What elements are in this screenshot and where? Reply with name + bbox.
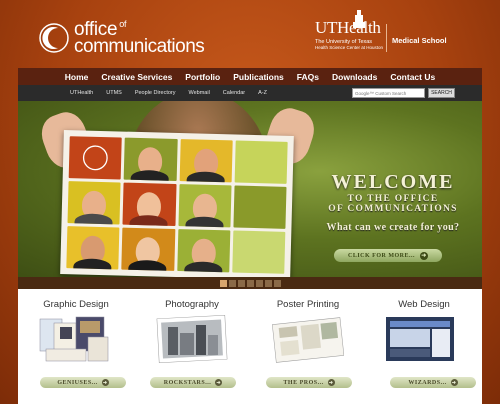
photo-cell — [123, 137, 178, 181]
arrow-right-icon: ➜ — [101, 379, 109, 386]
search-button[interactable]: SEARCH — [428, 88, 455, 98]
web-design-thumbnail — [386, 317, 454, 361]
photo-cell — [66, 226, 120, 270]
crescent-logo-icon — [38, 22, 70, 54]
rockstars-button[interactable]: ROCKSTARS... ➜ — [150, 377, 236, 388]
photo-cell — [122, 182, 177, 226]
subnav-utms[interactable]: UTMS — [106, 90, 122, 96]
poster-printing-thumbnail — [272, 317, 344, 363]
service-title: Graphic Design — [43, 299, 109, 310]
main-nav: Home Creative Services Portfolio Publica… — [18, 68, 482, 85]
subnav-calendar[interactable]: Calendar — [223, 90, 245, 96]
the-pros-button[interactable]: THE PROS... ➜ — [266, 377, 352, 388]
search-input[interactable] — [352, 88, 425, 98]
nav-contact-us[interactable]: Contact Us — [390, 72, 435, 82]
logo-communications-text: communications — [74, 36, 205, 57]
subnav-uthealth[interactable]: UTHealth — [70, 90, 93, 96]
crescent-logo-icon — [82, 145, 108, 171]
medical-school-label: Medical School — [392, 36, 447, 45]
photo-cell — [67, 181, 121, 225]
wizards-button[interactable]: WIZARDS... ➜ — [390, 377, 476, 388]
subnav-webmail[interactable]: Webmail — [189, 90, 210, 96]
utility-nav: UTHealth UTMS People Directory Webmail C… — [18, 85, 482, 101]
nav-downloads[interactable]: Downloads — [332, 72, 377, 82]
nav-home[interactable]: Home — [65, 72, 89, 82]
arrow-right-icon: ➜ — [215, 379, 223, 386]
click-for-more-label: CLICK FOR MORE... — [348, 252, 415, 259]
welcome-line-3: OF COMMUNICATIONS — [328, 204, 458, 214]
service-graphic-design[interactable]: Graphic Design GENIUSES... ➜ — [18, 289, 134, 404]
uthealth-subtitle-2: Health Science Center at Houston — [315, 45, 384, 50]
photo-cell — [68, 136, 122, 180]
welcome-line-2: TO THE OFFICE — [347, 194, 439, 204]
click-for-more-button[interactable]: CLICK FOR MORE... ➜ — [334, 249, 442, 262]
uthealth-tower-icon — [353, 10, 365, 28]
service-poster-printing[interactable]: Poster Printing THE PROS... ➜ — [250, 289, 366, 404]
service-button-label: WIZARDS... — [408, 379, 447, 386]
site-header: office of communications UTHealth The Uni… — [0, 0, 500, 68]
slider-dot[interactable] — [219, 279, 227, 287]
uthealth-logo[interactable]: UTHealth The University of Texas Health … — [315, 10, 384, 50]
arrow-right-icon: ➜ — [420, 251, 428, 260]
photo-cell — [234, 140, 288, 184]
team-photo-card — [60, 130, 294, 277]
header-divider — [386, 24, 387, 52]
graphic-design-thumbnail — [39, 316, 109, 362]
arrow-right-icon: ➜ — [327, 379, 335, 386]
service-button-label: ROCKSTARS... — [163, 379, 212, 386]
service-web-design[interactable]: Web Design WIZARDS... ➜ — [366, 289, 482, 404]
slider-pagination — [18, 277, 482, 289]
photo-cell — [233, 185, 287, 229]
slider-dot[interactable] — [237, 279, 245, 287]
nav-publications[interactable]: Publications — [233, 72, 284, 82]
service-photography[interactable]: Photography ROCKSTARS... ➜ — [134, 289, 250, 404]
slider-dot[interactable] — [255, 279, 263, 287]
slider-dot[interactable] — [246, 279, 254, 287]
photography-thumbnail — [156, 315, 228, 363]
subnav-a-z[interactable]: A-Z — [258, 90, 267, 96]
hero-tagline: What can we create for you? — [326, 222, 460, 233]
service-title: Poster Printing — [276, 299, 340, 310]
nav-creative-services[interactable]: Creative Services — [101, 72, 172, 82]
photo-cell — [121, 227, 175, 271]
nav-portfolio[interactable]: Portfolio — [185, 72, 220, 82]
slider-dot[interactable] — [228, 279, 236, 287]
services-section: Graphic Design GENIUSES... ➜ Photography… — [18, 289, 482, 404]
hero-banner[interactable]: WELCOME TO THE OFFICE OF COMMUNICATIONS … — [18, 101, 482, 277]
service-title: Photography — [165, 299, 219, 310]
service-title: Web Design — [398, 299, 450, 310]
service-button-label: THE PROS... — [283, 379, 324, 386]
photo-cell — [179, 139, 233, 183]
arrow-right-icon: ➜ — [450, 379, 458, 386]
slider-dot[interactable] — [264, 279, 272, 287]
nav-faqs[interactable]: FAQs — [297, 72, 319, 82]
logo-of-text: of — [119, 19, 127, 29]
slider-dot[interactable] — [273, 279, 281, 287]
welcome-heading: WELCOME — [331, 171, 455, 193]
photo-cell — [176, 229, 231, 273]
welcome-message: WELCOME TO THE OFFICE OF COMMUNICATIONS … — [308, 171, 478, 233]
uthealth-name: UTHealth — [315, 18, 381, 37]
geniuses-button[interactable]: GENIUSES... ➜ — [40, 377, 126, 388]
subnav-people-directory[interactable]: People Directory — [135, 90, 176, 96]
photo-cell — [232, 230, 286, 274]
photo-cell — [177, 184, 232, 228]
service-button-label: GENIUSES... — [57, 379, 98, 386]
office-of-communications-logo[interactable]: office of communications — [38, 16, 205, 60]
